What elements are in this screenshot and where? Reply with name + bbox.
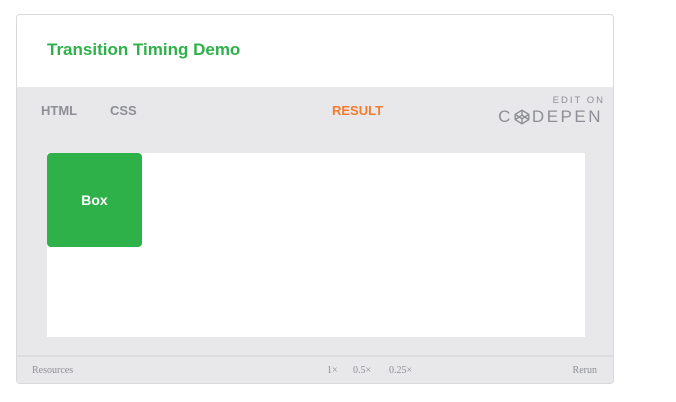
codepen-embed-card: Transition Timing Demo HTML CSS RESULT E… — [16, 14, 614, 384]
tab-css[interactable]: CSS — [110, 103, 137, 118]
demo-box: Box — [47, 153, 142, 247]
codepen-embed: HTML CSS RESULT EDIT ON C DEPEN Box Reso… — [17, 87, 613, 383]
card-header: Transition Timing Demo — [17, 15, 613, 87]
page-title: Transition Timing Demo — [47, 40, 241, 59]
codepen-wordmark: C DEPEN — [498, 107, 603, 127]
speed-0-25x-button[interactable]: 0.25× — [389, 365, 412, 376]
edit-on-label: EDIT ON — [552, 95, 605, 106]
embed-footer: Resources 1× 0.5× 0.25× Rerun — [17, 355, 613, 383]
embed-tabbar: HTML CSS RESULT EDIT ON C DEPEN — [17, 87, 613, 135]
tab-result[interactable]: RESULT — [332, 103, 383, 118]
speed-1x-button[interactable]: 1× — [327, 365, 338, 376]
rerun-button[interactable]: Rerun — [573, 365, 597, 376]
result-frame: Box — [47, 153, 585, 337]
demo-box-label: Box — [81, 192, 108, 208]
codepen-wordmark-right: DEPEN — [531, 107, 603, 126]
codepen-cube-icon — [514, 109, 530, 125]
tab-html[interactable]: HTML — [41, 103, 77, 118]
speed-0-5x-button[interactable]: 0.5× — [353, 365, 371, 376]
resources-button[interactable]: Resources — [32, 365, 73, 376]
codepen-wordmark-left: C — [498, 107, 513, 126]
edit-on-codepen-link[interactable]: EDIT ON C DEPEN — [498, 95, 603, 127]
